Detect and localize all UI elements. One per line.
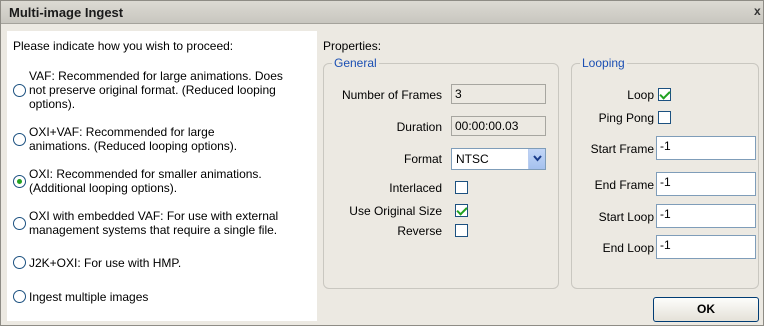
ping-pong-label: Ping Pong [598,111,654,125]
looping-group-title: Looping [580,56,627,70]
duration-field: 00:00:00.03 [451,116,546,136]
ingest-options-panel: Please indicate how you wish to proceed:… [7,31,317,321]
option-oxi-embedded-line: management systems that require a single… [29,223,278,237]
duration-label: Duration [396,120,442,134]
end-frame-label: End Frame [594,178,654,192]
reverse-label: Reverse [397,224,442,238]
format-selected-value: NTSC [456,152,489,166]
use-original-size-checkbox[interactable] [455,204,468,217]
radio-oxi-vaf[interactable] [13,133,26,146]
radio-vaf[interactable] [13,84,26,97]
radio-oxi-embedded-vaf[interactable] [13,217,26,230]
end-loop-label: End Loop [602,241,654,255]
option-oxi-line: OXI: Recommended for smaller animations. [29,167,262,181]
start-frame-label: Start Frame [590,142,654,156]
option-oxi-vaf-line: animations. (Reduced looping options). [29,139,238,153]
radio-oxi[interactable] [13,175,26,188]
number-of-frames-label: Number of Frames [341,88,442,102]
looping-group: Looping Loop Ping Pong Start Frame -1 En… [571,56,759,289]
radio-j2k-oxi[interactable] [13,256,26,269]
option-ingest-multiple-line: Ingest multiple images [29,290,149,304]
loop-checkbox[interactable] [658,88,671,101]
start-frame-input[interactable]: -1 [656,136,756,160]
option-oxi-embedded-line: OXI with embedded VAF: For use with exte… [29,209,279,223]
title-bar: Multi-image Ingest x [1,1,763,24]
start-loop-input[interactable]: -1 [656,204,756,228]
reverse-checkbox[interactable] [455,224,468,237]
loop-label: Loop [627,88,654,102]
end-loop-input[interactable]: -1 [656,235,756,259]
chevron-down-icon[interactable] [528,149,545,169]
number-of-frames-field: 3 [451,84,546,104]
option-vaf-line: options). [29,97,76,111]
general-group-title: General [332,56,379,70]
window-title: Multi-image Ingest [9,5,124,20]
interlaced-checkbox[interactable] [455,181,468,194]
format-label: Format [403,152,442,166]
option-vaf-line: VAF: Recommended for large animations. D… [29,69,283,83]
interlaced-label: Interlaced [389,181,442,195]
ok-button[interactable]: OK [653,297,759,322]
format-select[interactable]: NTSC [451,148,546,170]
close-icon[interactable]: x [754,4,761,18]
radio-ingest-multiple[interactable] [13,290,26,303]
option-oxi-vaf-line: OXI+VAF: Recommended for large [29,125,215,139]
use-original-size-label: Use Original Size [349,204,442,218]
end-frame-input[interactable]: -1 [656,172,756,196]
general-group: General Number of Frames 3 Duration 00:0… [323,56,559,289]
ingest-prompt: Please indicate how you wish to proceed: [13,39,234,53]
option-vaf-line: not preserve original format. (Reduced l… [29,83,276,97]
start-loop-label: Start Loop [598,210,654,224]
ping-pong-checkbox[interactable] [658,111,671,124]
properties-label: Properties: [323,39,382,53]
option-j2k-line: J2K+OXI: For use with HMP. [29,256,182,270]
multi-image-ingest-dialog: Multi-image Ingest x Please indicate how… [0,0,764,326]
option-oxi-line: (Additional looping options). [29,181,178,195]
